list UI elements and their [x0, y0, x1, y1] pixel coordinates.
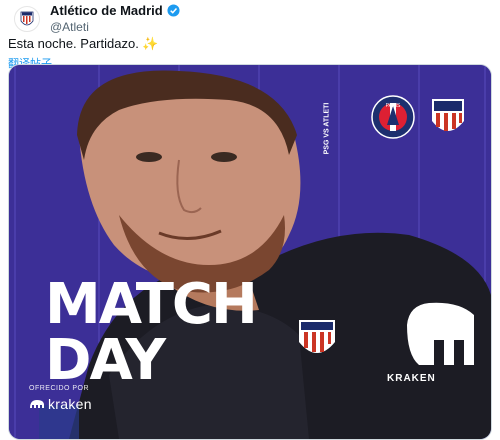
fixture-home: PSG — [323, 139, 331, 155]
sponsor-name: kraken — [48, 396, 92, 412]
verified-badge-icon — [167, 4, 180, 17]
headline-match: MATCH — [45, 272, 258, 337]
psg-crest-icon: PARIS — [371, 95, 415, 139]
tweet-text: Esta noche. Partidazo. ✨ — [8, 36, 159, 51]
fixture-label: PSG VS ATLETI — [323, 101, 333, 161]
offered-by-label: OFRECIDO POR — [29, 385, 90, 392]
atletico-crest-icon — [426, 95, 470, 139]
atletico-avatar-icon[interactable] — [14, 6, 40, 32]
shirt-sponsor: KRAKEN — [387, 373, 436, 384]
sponsor-logo: kraken — [29, 396, 92, 412]
tweet-card: Atlético de Madrid @Atleti Esta noche. P… — [0, 0, 500, 440]
display-name[interactable]: Atlético de Madrid — [50, 3, 163, 18]
svg-text:PARIS: PARIS — [386, 103, 401, 109]
fixture-away: VS ATLETI — [323, 102, 331, 138]
match-day-poster[interactable]: PSG VS ATLETI PARIS MATCH DAY OFRECIDO P… — [8, 64, 492, 440]
headline-day: DAY — [45, 328, 166, 393]
author-name-row: Atlético de Madrid — [50, 3, 180, 18]
author-handle[interactable]: @Atleti — [50, 20, 89, 34]
kraken-icon — [29, 399, 45, 409]
